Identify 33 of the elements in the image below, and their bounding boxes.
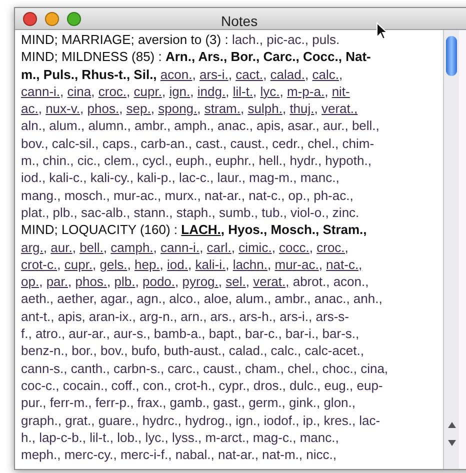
text-line: m., chin., cic., clem., cycl., euph., euphr., hell., hydr., hypoth., [21,152,372,170]
text-line: plat., plb., sac-alb., stann., staph., sumb., tub., viol-o., zinc. [21,204,360,222]
scrollbar-thumb[interactable] [446,36,457,76]
scroll-up-arrow-icon[interactable] [448,422,456,428]
text-line: f., atro., aur-ar., aur-s., bamb-a., bapt., bar-c., bar-i., bar-s., [21,325,360,342]
text-line: ac., nux-v., phos., sep., spong., stram., sulph., thuj., verat., [21,100,358,118]
close-button[interactable] [23,12,37,26]
text-line: cann-s., canth., carbn-s., carc., caust., cham., chel., choc., cina, [21,360,388,377]
text-line: benz-n., bor., bov., bufo, buth-aust., calad., calc., calc-acet., [21,342,364,360]
text-line: cann-i., cina, croc., cupr., ign., indg., lil-t., lyc., m-p-a., nit- [21,82,350,100]
window-title: Notes [221,12,258,31]
scroll-down-arrow-icon[interactable] [448,440,456,446]
text-line: MIND; LOQUACITY (160) : LACH., Hyos., Mosch., Stram., [21,221,367,239]
text-line: graph., grat., guare., hydrc., hydrog., ign., iodof., ip., kres., lac- [21,412,380,429]
text-line: MIND; MARRIAGE; aversion to (3) : lach., pic-ac., puls. [21,31,340,48]
text-line: arg., aur., bell., camph., cann-i., carl., cimic., cocc., croc., [21,238,348,256]
text-line: crot-c., cupr., gels., hep., iod., kali-i., lachn., mur-ac., nat-c., [21,256,362,274]
text-line: op., par., phos., plb., podo., pyrog., sel., verat., abrot., acon., [21,273,369,290]
text-line: h., lap-c-b., lil-t., lob., lyc., lyss., m-arct., mag-c., manc., [21,428,339,446]
text-line: meph., merc-cy., merc-i-f., nabal., nat-ar., nat-m., nicc., [21,446,336,464]
text-line: MIND; MILDNESS (85) : Arn., Ars., Bor., Carc., Cocc., Nat- [21,48,371,66]
text-line: coc-c., cocain., coff., con., crot-h., cypr., dros., dulc., eug., eup- [21,376,383,394]
text-line: pur., ferr-m., ferr-p., frax., gamb., gast., germ., gink., glon., [21,394,356,412]
text-line: aln., alum., alumn., ambr., amph., anac., apis, asar., aur., bell., [21,117,380,135]
zoom-button[interactable] [67,12,81,26]
text-line: iod., kali-c., kali-cy., kali-p., lac-c., laur., mag-m., manc., [21,169,340,187]
minimize-button[interactable] [45,12,59,26]
text-line: mang., mosch., mur-ac., murx., nat-ar., nat-c., op., ph-ac., [21,186,354,204]
scrollbar[interactable] [443,30,459,469]
text-line: aeth., aether, agar., agn., alco., aloe, alum., ambr., anac., anh., [21,290,382,308]
text-line: m., Puls., Rhus-t., Sil., acon., ars-i., cact., calad., calc., [21,66,343,83]
text-line: bov., calc-sil., caps., carb-an., cast., caust., cedr., chel., chim- [21,134,374,152]
text-line: ant-t., apis, aran-ix., arg-n., arn., ars., ars-h., ars-i., ars-s- [21,308,349,326]
